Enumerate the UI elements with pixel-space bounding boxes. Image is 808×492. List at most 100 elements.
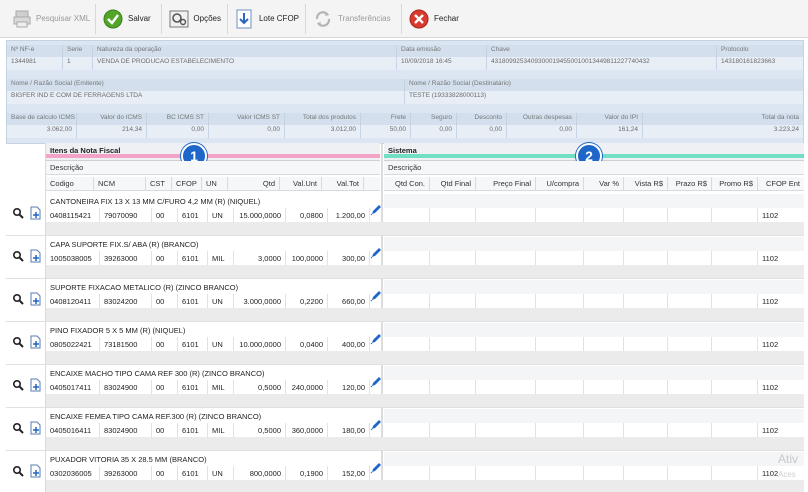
system-field[interactable] xyxy=(712,423,758,437)
system-field[interactable] xyxy=(536,423,584,437)
table-row[interactable]: ENCAIXE FEMEA TIPO CAMA REF.300 (R) (ZIN… xyxy=(6,409,804,451)
column-header[interactable]: CFOP xyxy=(172,177,202,190)
system-field[interactable] xyxy=(476,251,536,265)
system-field[interactable] xyxy=(476,294,536,308)
item-cfop-entry[interactable]: 1102 xyxy=(758,423,804,437)
item-cfop-entry[interactable]: 1102 xyxy=(758,208,804,222)
system-field[interactable] xyxy=(584,208,624,222)
table-row[interactable]: PUXADOR VITORIA 35 X 28.5 MM (BRANCO) 030… xyxy=(6,452,804,492)
system-field[interactable] xyxy=(430,423,476,437)
column-header[interactable]: Val.Tot xyxy=(322,177,364,190)
edit-pencil-icon[interactable] xyxy=(370,247,382,259)
system-field[interactable] xyxy=(584,251,624,265)
edit-pencil-icon[interactable] xyxy=(370,376,382,388)
column-header[interactable]: Preço Final xyxy=(476,177,536,190)
add-document-icon[interactable] xyxy=(30,378,42,392)
system-field[interactable] xyxy=(584,337,624,351)
system-field[interactable] xyxy=(536,294,584,308)
edit-pencil-icon[interactable] xyxy=(370,204,382,216)
column-header[interactable]: UN xyxy=(202,177,228,190)
system-field[interactable] xyxy=(476,337,536,351)
edit-pencil-icon[interactable] xyxy=(370,333,382,345)
system-field[interactable] xyxy=(712,466,758,480)
column-header[interactable]: Val.Unt xyxy=(280,177,322,190)
column-header[interactable]: Promo R$ xyxy=(712,177,758,190)
system-field[interactable] xyxy=(430,337,476,351)
system-field[interactable] xyxy=(624,380,668,394)
item-cfop-entry[interactable]: 1102 xyxy=(758,294,804,308)
system-field[interactable] xyxy=(384,466,430,480)
system-field[interactable] xyxy=(430,294,476,308)
magnifier-icon[interactable] xyxy=(12,379,24,391)
column-header[interactable]: Qtd Final xyxy=(430,177,476,190)
table-row[interactable]: SUPORTE FIXACAO METALICO (R) (ZINCO BRAN… xyxy=(6,280,804,322)
magnifier-icon[interactable] xyxy=(12,422,24,434)
system-field[interactable] xyxy=(384,251,430,265)
system-field[interactable] xyxy=(476,466,536,480)
system-field[interactable] xyxy=(712,208,758,222)
system-field[interactable] xyxy=(384,208,430,222)
system-field[interactable] xyxy=(668,380,712,394)
column-header[interactable]: Prazo R$ xyxy=(668,177,712,190)
system-field[interactable] xyxy=(624,337,668,351)
column-header[interactable]: CFOP Ent xyxy=(758,177,804,190)
system-field[interactable] xyxy=(476,380,536,394)
system-field[interactable] xyxy=(668,466,712,480)
table-row[interactable]: ENCAIXE MACHO TIPO CAMA REF 300 (R) (ZIN… xyxy=(6,366,804,408)
system-field[interactable] xyxy=(476,208,536,222)
add-document-icon[interactable] xyxy=(30,335,42,349)
column-header[interactable]: Qtd xyxy=(228,177,280,190)
system-field[interactable] xyxy=(536,251,584,265)
magnifier-icon[interactable] xyxy=(12,207,24,219)
system-field[interactable] xyxy=(430,466,476,480)
column-header[interactable]: Var % xyxy=(584,177,624,190)
system-field[interactable] xyxy=(430,251,476,265)
system-field[interactable] xyxy=(430,380,476,394)
system-field[interactable] xyxy=(584,423,624,437)
system-field[interactable] xyxy=(536,466,584,480)
system-field[interactable] xyxy=(668,251,712,265)
system-field[interactable] xyxy=(712,294,758,308)
system-field[interactable] xyxy=(712,380,758,394)
system-field[interactable] xyxy=(668,337,712,351)
column-header[interactable]: CST xyxy=(146,177,172,190)
system-field[interactable] xyxy=(624,294,668,308)
table-row[interactable]: CANTONEIRA FIX 13 X 13 MM C/FURO 4,2 MM … xyxy=(6,194,804,236)
column-header[interactable]: Qtd Con. xyxy=(384,177,430,190)
close-button[interactable]: Fechar xyxy=(402,4,468,34)
system-field[interactable] xyxy=(668,208,712,222)
edit-pencil-icon[interactable] xyxy=(370,290,382,302)
magnifier-icon[interactable] xyxy=(12,465,24,477)
system-field[interactable] xyxy=(712,251,758,265)
table-row[interactable]: PINO FIXADOR 5 X 5 MM (R) (NIQUEL) 080502… xyxy=(6,323,804,365)
add-document-icon[interactable] xyxy=(30,464,42,478)
system-field[interactable] xyxy=(384,423,430,437)
add-document-icon[interactable] xyxy=(30,421,42,435)
magnifier-icon[interactable] xyxy=(12,250,24,262)
column-header[interactable]: Codigo xyxy=(46,177,94,190)
column-header[interactable]: U/compra xyxy=(536,177,584,190)
column-header[interactable]: Vista R$ xyxy=(624,177,668,190)
item-cfop-entry[interactable]: 1102 xyxy=(758,251,804,265)
system-field[interactable] xyxy=(668,423,712,437)
edit-pencil-icon[interactable] xyxy=(370,462,382,474)
system-field[interactable] xyxy=(624,208,668,222)
magnifier-icon[interactable] xyxy=(12,336,24,348)
system-field[interactable] xyxy=(584,294,624,308)
options-button[interactable]: Opções xyxy=(162,3,228,34)
system-field[interactable] xyxy=(668,294,712,308)
system-field[interactable] xyxy=(712,337,758,351)
system-field[interactable] xyxy=(624,251,668,265)
item-cfop-entry[interactable]: 1102 xyxy=(758,337,804,351)
system-field[interactable] xyxy=(430,208,476,222)
table-row[interactable]: CAPA SUPORTE FIX.S/ ABA (R) (BRANCO) 1005… xyxy=(6,237,804,279)
system-field[interactable] xyxy=(384,380,430,394)
system-field[interactable] xyxy=(536,337,584,351)
system-field[interactable] xyxy=(584,380,624,394)
cfop-batch-button[interactable]: Lote CFOP xyxy=(228,3,306,34)
system-field[interactable] xyxy=(536,380,584,394)
search-xml-button[interactable]: Pesquisar XML xyxy=(6,3,96,34)
save-button[interactable]: Salvar xyxy=(96,3,162,34)
add-document-icon[interactable] xyxy=(30,206,42,220)
edit-pencil-icon[interactable] xyxy=(370,419,382,431)
